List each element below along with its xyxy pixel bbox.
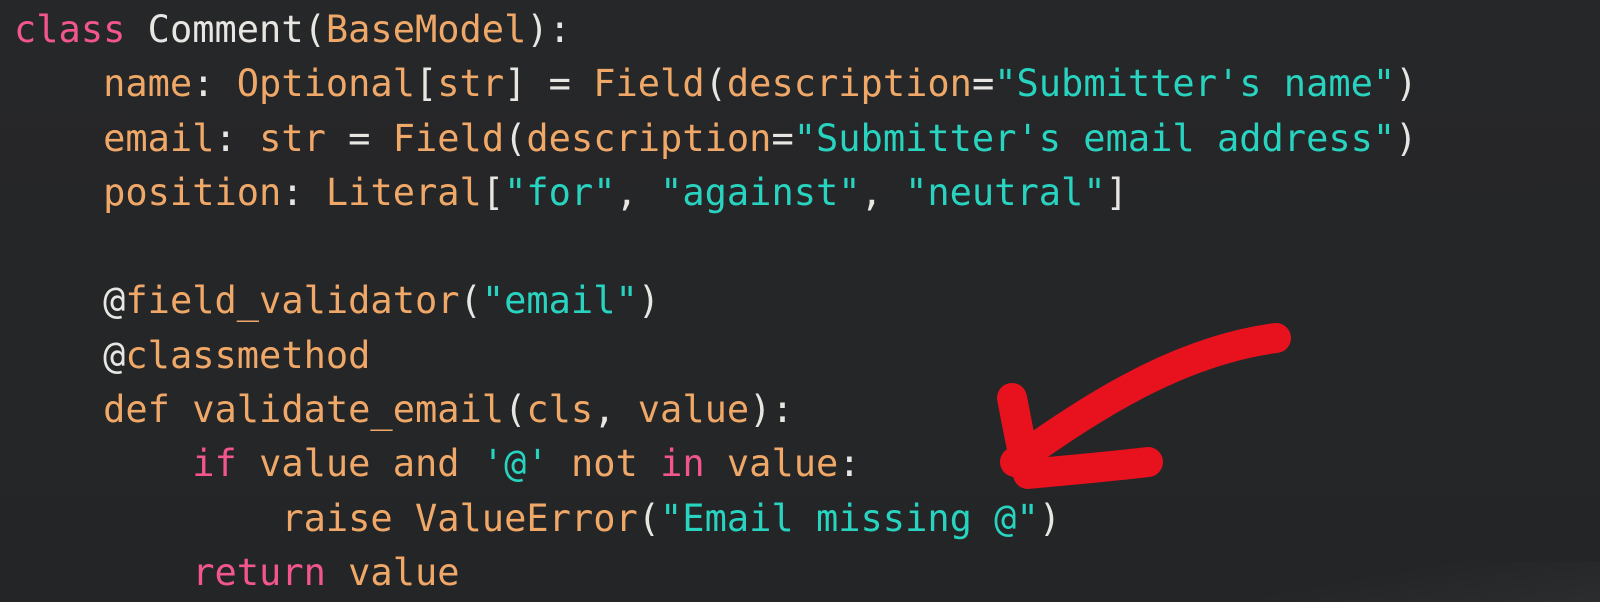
string-token: '@' (481, 442, 549, 486)
punctuation-token (170, 388, 192, 431)
string-token: "neutral" (905, 170, 1106, 214)
identifier-token: field_validator (125, 279, 460, 323)
punctuation-token (705, 442, 727, 485)
identifier-token: description (526, 116, 772, 160)
punctuation-token (393, 497, 415, 540)
punctuation-token: [ (481, 170, 505, 214)
punctuation-token: ) (1395, 116, 1418, 160)
code-line: name: Optional[str] = Field(description=… (14, 57, 1417, 111)
punctuation-token: ) (1038, 496, 1062, 540)
identifier-token: description (726, 62, 972, 106)
punctuation-token: : (281, 170, 326, 214)
identifier-token: Optional (236, 62, 415, 106)
punctuation-token: ) (637, 279, 661, 323)
punctuation-token (549, 442, 571, 485)
punctuation-token: ] = (504, 62, 594, 106)
punctuation-token: ): (526, 8, 571, 51)
glare-overlay (1180, 562, 1600, 602)
punctuation-token: = (771, 116, 794, 160)
code-line: def validate_email(cls, value): (14, 383, 1417, 437)
code-line: class Comment(BaseModel): (14, 3, 1417, 57)
punctuation-token: ( (704, 62, 727, 106)
identifier-token: str (437, 62, 505, 106)
identifier-token: validate_email (192, 388, 505, 432)
identifier-token: BaseModel (325, 8, 527, 51)
punctuation-token: : (192, 62, 237, 106)
punctuation-token (370, 442, 392, 485)
identifier-token: ValueError (414, 496, 638, 540)
keyword-token: in (660, 442, 705, 486)
identifier-token: Field (392, 116, 505, 160)
string-token: "against" (660, 170, 861, 214)
code-line: @classmethod (14, 329, 1417, 383)
code-line: @field_validator("email") (14, 274, 1417, 328)
punctuation-token: ) (1395, 62, 1418, 106)
identifier-token: cls (526, 388, 594, 432)
punctuation-token: ( (637, 496, 661, 540)
identifier-token: position (103, 170, 282, 214)
punctuation-token: , (860, 170, 906, 214)
punctuation-token: : (838, 442, 861, 486)
punctuation-token: ( (504, 388, 527, 432)
punctuation-token: = (971, 62, 995, 106)
identifier-token: name (103, 62, 193, 106)
string-token: "Submitter's name" (994, 62, 1396, 106)
punctuation-token: = (325, 116, 393, 160)
punctuation-token: ): (749, 388, 794, 432)
identifier-token: not (570, 442, 638, 486)
punctuation-token: @ (103, 279, 126, 323)
identifier-token: str (259, 116, 326, 160)
punctuation-token (326, 551, 348, 594)
punctuation-token (460, 442, 482, 485)
code-block: class Comment(BaseModel): name: Optional… (14, 3, 1417, 600)
punctuation-token (638, 442, 660, 485)
code-line: if value and '@' not in value: (14, 437, 1417, 491)
code-editor: class Comment(BaseModel): name: Optional… (0, 0, 1600, 602)
punctuation-token: : (214, 116, 260, 160)
identifier-token: def (103, 388, 170, 432)
string-token: "Email missing @" (660, 496, 1039, 540)
code-line: email: str = Field(description="Submitte… (14, 112, 1417, 166)
keyword-token: class (14, 8, 126, 51)
identifier-token: value (348, 550, 460, 594)
punctuation-token: ( (504, 116, 527, 160)
punctuation-token: Comment( (125, 8, 326, 51)
string-token: "email" (481, 279, 638, 323)
identifier-token: classmethod (125, 333, 371, 377)
string-token: "Submitter's email address" (793, 116, 1396, 160)
punctuation-token: ( (459, 279, 482, 323)
identifier-token: Literal (325, 170, 482, 214)
identifier-token: value (726, 442, 839, 486)
identifier-token: Field (593, 62, 705, 106)
identifier-token: raise (281, 496, 393, 540)
keyword-token: return (192, 550, 326, 594)
code-line: position: Literal["for", "against", "neu… (14, 166, 1417, 220)
identifier-token: email (103, 116, 215, 160)
identifier-token: value (259, 442, 371, 486)
string-token: "for" (504, 170, 616, 214)
punctuation-token: @ (103, 333, 126, 377)
punctuation-token: , (615, 170, 661, 214)
punctuation-token: ] (1105, 170, 1128, 214)
punctuation-token: , (593, 388, 638, 432)
code-line: raise ValueError("Email missing @") (14, 492, 1417, 546)
punctuation-token (237, 442, 259, 485)
identifier-token: and (392, 442, 460, 486)
punctuation-token: [ (415, 62, 438, 106)
keyword-token: if (192, 442, 237, 486)
identifier-token: value (637, 388, 750, 432)
